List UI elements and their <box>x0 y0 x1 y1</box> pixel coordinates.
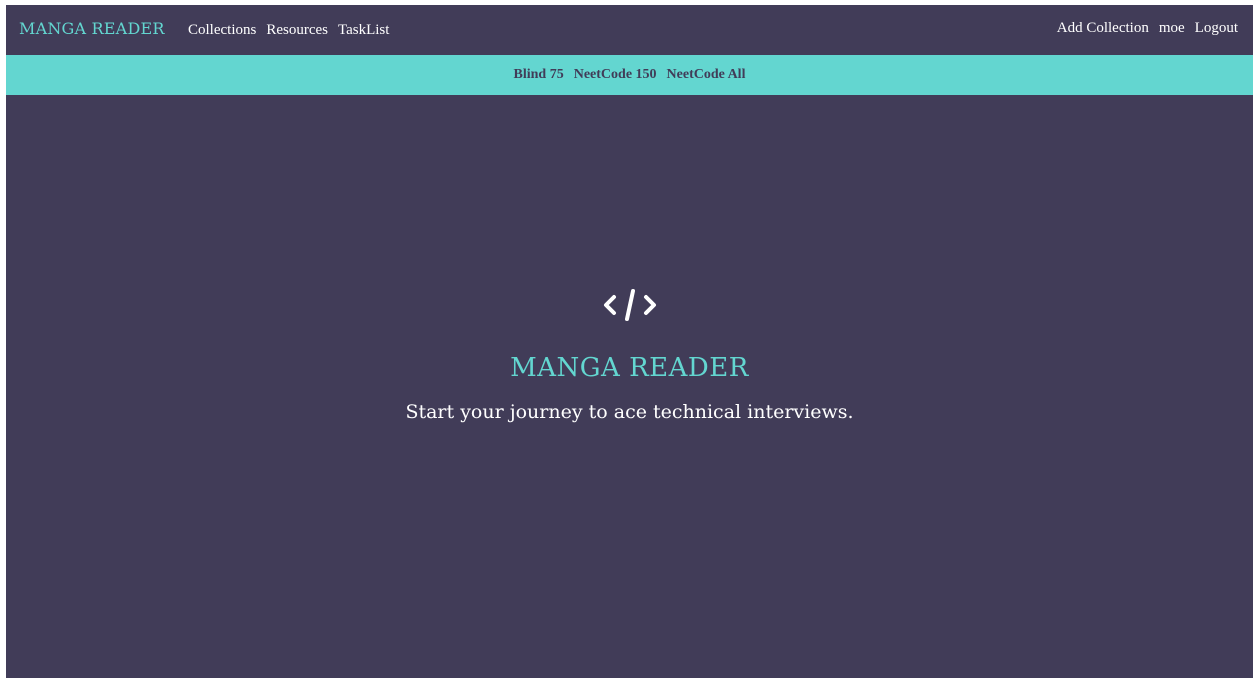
logout-link[interactable]: Logout <box>1195 20 1238 37</box>
add-collection-link[interactable]: Add Collection <box>1057 20 1149 37</box>
sub-navbar: Blind 75 NeetCode 150 NeetCode All <box>6 55 1253 95</box>
main-nav: Collections Resources TaskList <box>188 22 389 39</box>
brand-logo[interactable]: MANGA READER <box>19 19 165 38</box>
user-nav: Add Collection moe Logout <box>1057 20 1238 37</box>
top-navbar: MANGA READER Collections Resources TaskL… <box>6 5 1253 55</box>
hero-section: MANGA READER Start your journey to ace t… <box>6 285 1253 423</box>
nav-tasklist-link[interactable]: TaskList <box>338 22 389 39</box>
subnav-neetcode-all-link[interactable]: NeetCode All <box>667 67 746 83</box>
subnav-neetcode150-link[interactable]: NeetCode 150 <box>574 67 657 83</box>
hero-subtitle: Start your journey to ace technical inte… <box>405 401 854 423</box>
user-profile-link[interactable]: moe <box>1159 20 1185 37</box>
nav-collections-link[interactable]: Collections <box>188 22 256 39</box>
subnav-blind75-link[interactable]: Blind 75 <box>514 67 564 83</box>
nav-resources-link[interactable]: Resources <box>266 22 328 39</box>
hero-title: MANGA READER <box>510 353 749 383</box>
code-icon <box>603 289 656 321</box>
app-window: MANGA READER Collections Resources TaskL… <box>6 5 1253 678</box>
